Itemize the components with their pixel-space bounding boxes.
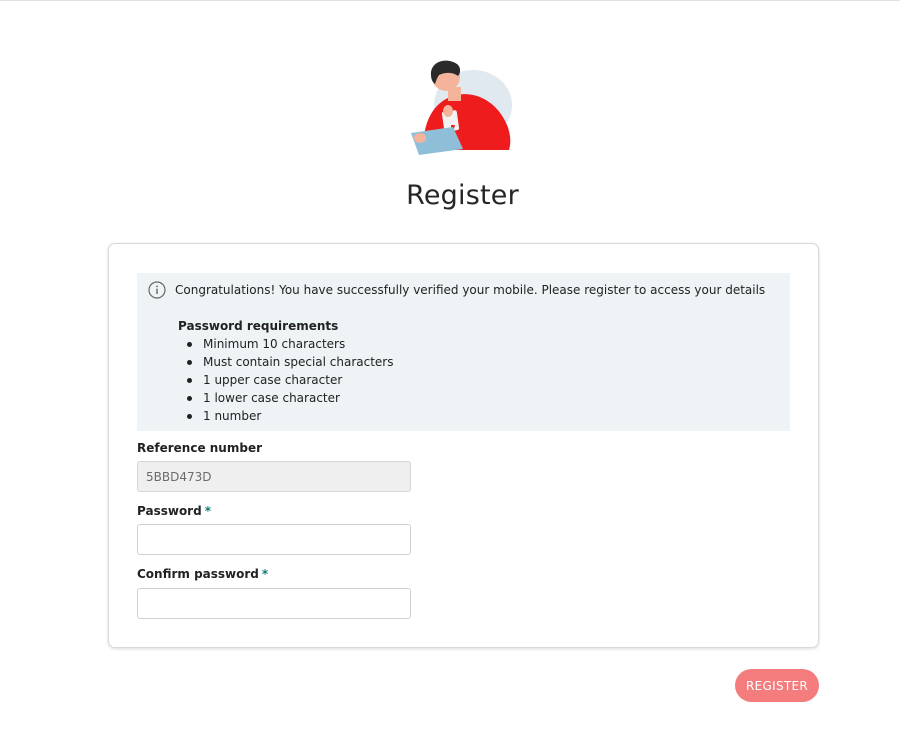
confirm-password-label: Confirm password *	[137, 567, 268, 581]
required-marker: *	[261, 567, 269, 581]
reference-number-label-text: Reference number	[137, 441, 263, 455]
password-requirements-title: Password requirements	[178, 319, 339, 333]
verification-notice: Congratulations! You have successfully v…	[137, 273, 790, 431]
reference-number-field[interactable]	[137, 461, 411, 492]
confirm-password-label-text: Confirm password	[137, 567, 259, 581]
person-with-tablet-illustration	[411, 60, 512, 155]
confirm-password-field[interactable]	[137, 588, 411, 619]
password-label-text: Password	[137, 504, 202, 518]
notice-message: Congratulations! You have successfully v…	[175, 283, 766, 297]
password-label: Password *	[137, 504, 211, 518]
top-divider	[0, 0, 900, 1]
required-marker: *	[204, 504, 211, 518]
register-card: Congratulations! You have successfully v…	[108, 243, 819, 648]
reference-number-label: Reference number	[137, 441, 262, 455]
requirement-item: 1 number	[187, 408, 394, 426]
password-field[interactable]	[137, 524, 411, 555]
info-circle-icon	[148, 281, 166, 299]
requirement-item: 1 lower case character	[187, 390, 394, 408]
register-button[interactable]: REGISTER	[735, 669, 819, 702]
page-title: Register	[406, 180, 519, 211]
requirement-item: Must contain special characters	[187, 354, 394, 372]
password-requirements-list: Minimum 10 characters Must contain speci…	[187, 336, 394, 426]
requirement-item: 1 upper case character	[187, 372, 394, 390]
requirement-item: Minimum 10 characters	[187, 336, 394, 354]
